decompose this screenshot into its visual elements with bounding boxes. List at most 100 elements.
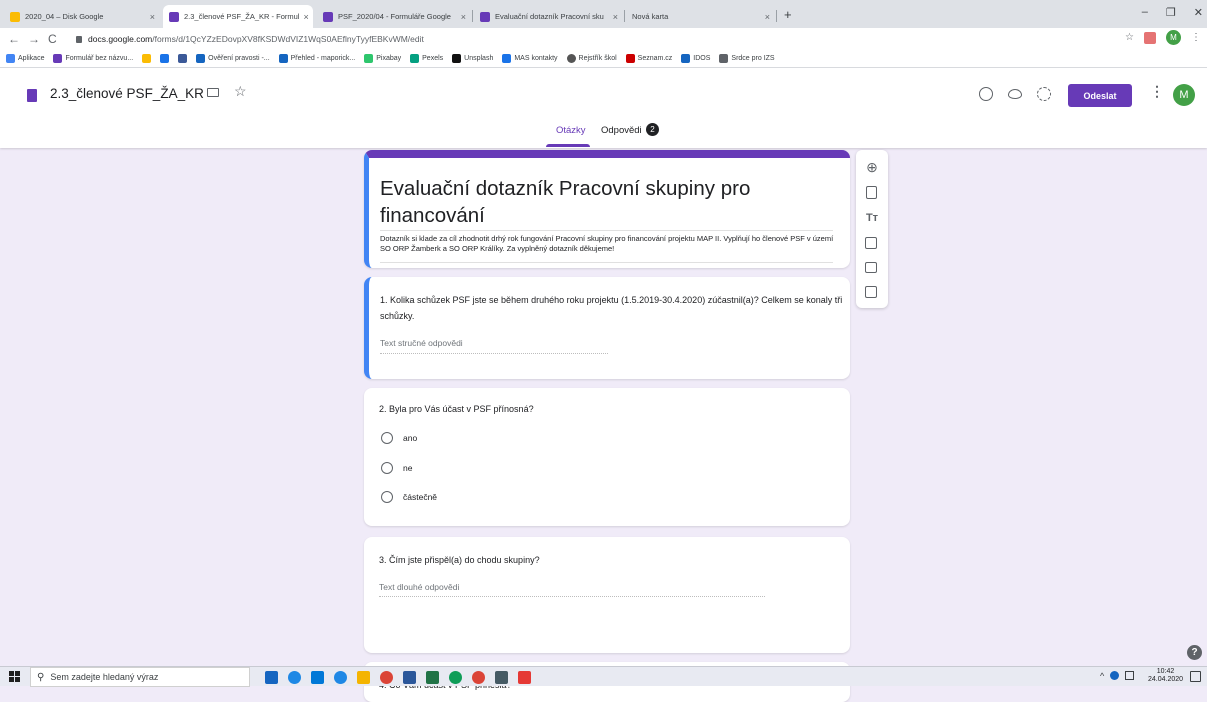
bookmark-label: Přehled - maporick... <box>290 55 356 62</box>
tray-expand-icon[interactable]: ^ <box>1100 671 1104 681</box>
browser-tab[interactable]: Evaluační dotazník Pracovní sku × <box>474 5 624 28</box>
add-question-icon[interactable]: ⊕ <box>865 160 879 174</box>
app-icon[interactable] <box>472 671 485 684</box>
star-icon[interactable]: ☆ <box>234 83 247 100</box>
radio-button[interactable] <box>381 491 393 503</box>
bookmark-star-icon[interactable]: ☆ <box>1125 32 1134 43</box>
question-card-3[interactable]: 3. Čím jste přispěl(a) do chodu skupiny?… <box>364 537 850 653</box>
reload-button[interactable]: C <box>48 32 57 46</box>
bookmark-item[interactable]: MAS kontakty <box>502 54 558 63</box>
add-section-icon[interactable] <box>865 286 877 298</box>
bookmark-item[interactable]: Přehled - maporick... <box>278 54 356 63</box>
extension-icon[interactable] <box>1144 31 1156 44</box>
back-button[interactable]: ← <box>8 32 20 46</box>
new-tab-button[interactable]: + <box>784 7 792 22</box>
add-image-icon[interactable] <box>865 237 877 249</box>
settings-gear-icon[interactable] <box>1037 87 1051 101</box>
radio-button[interactable] <box>381 432 393 444</box>
short-answer-placeholder: Text stručné odpovědi <box>380 338 463 348</box>
url-field[interactable]: docs.google.com/forms/d/1QcYZzEDovpXV8fK… <box>76 31 1116 47</box>
browser-menu-icon[interactable]: ⋮ <box>1191 32 1201 43</box>
folder-icon[interactable] <box>207 88 219 97</box>
taskbar-search-input[interactable]: ⚲ Sem zadejte hledaný výraz <box>30 667 250 687</box>
url-domain: docs.google.com <box>88 34 153 44</box>
file-explorer-icon[interactable] <box>357 671 370 684</box>
bookmark-item[interactable] <box>142 54 152 63</box>
excel-icon[interactable] <box>426 671 439 684</box>
outlook-icon[interactable] <box>311 671 324 684</box>
radio-option[interactable]: částečně <box>381 491 437 503</box>
network-icon[interactable] <box>1110 671 1120 680</box>
help-icon[interactable]: ? <box>1187 645 1202 660</box>
forms-icon <box>169 11 179 22</box>
radio-option[interactable]: ne <box>381 462 412 474</box>
bookmark-item[interactable]: Pexels <box>410 54 443 63</box>
tab-close-icon[interactable]: × <box>609 12 618 22</box>
preview-eye-icon[interactable] <box>1008 89 1022 99</box>
word-icon[interactable] <box>403 671 416 684</box>
taskview-icon[interactable] <box>265 671 278 684</box>
answer-underline <box>380 353 608 354</box>
browser-tab[interactable]: PSF_2020/04 - Formuláře Google × <box>317 5 472 28</box>
bookmark-item[interactable]: Srdce pro IZS <box>719 54 775 63</box>
question-side-toolbar: ⊕ Tт <box>856 150 888 308</box>
notifications-icon[interactable] <box>1190 671 1201 682</box>
account-avatar[interactable]: M <box>1173 84 1195 106</box>
question-card-1[interactable]: 1. Kolika schůzek PSF jste se během druh… <box>364 277 850 379</box>
more-options-icon[interactable]: ⋮ <box>1150 83 1164 100</box>
question-text[interactable]: 2. Byla pro Vás účast v PSF přínosná? <box>379 401 849 417</box>
tab-close-icon[interactable]: × <box>299 12 308 22</box>
maximize-button[interactable]: ❐ <box>1166 6 1176 19</box>
windows-start-icon[interactable] <box>9 671 20 682</box>
browser-tab[interactable]: Nová karta × <box>626 5 776 28</box>
calculator-icon[interactable] <box>495 671 508 684</box>
acrobat-icon[interactable] <box>518 671 531 684</box>
teams-icon[interactable] <box>288 671 301 684</box>
tab-close-icon[interactable]: × <box>457 12 466 22</box>
question-text[interactable]: 3. Čím jste přispěl(a) do chodu skupiny? <box>379 552 849 568</box>
bookmark-apps[interactable]: Aplikace <box>6 54 44 63</box>
palette-icon[interactable] <box>979 87 993 101</box>
question-text[interactable]: 1. Kolika schůzek PSF jste se během druh… <box>380 292 852 324</box>
send-button[interactable]: Odeslat <box>1068 84 1132 107</box>
bookmark-item[interactable]: IDOS <box>681 54 710 63</box>
taskbar-clock[interactable]: 10:42 24.04.2020 <box>1148 668 1183 684</box>
question-card-2[interactable]: 2. Byla pro Vás účast v PSF přínosná? an… <box>364 388 850 526</box>
bookmark-item[interactable]: Seznam.cz <box>625 54 672 63</box>
form-title[interactable]: Evaluační dotazník Pracovní skupiny pro … <box>380 175 830 229</box>
bookmark-item[interactable]: Pixabay <box>364 54 401 63</box>
bookmark-item[interactable]: Formulář bez názvu... <box>53 54 133 63</box>
tab-questions[interactable]: Otázky <box>556 125 586 136</box>
browser-tab-active[interactable]: 2.3_členové PSF_ŽA_KR - Formul × <box>163 5 313 28</box>
forward-button[interactable]: → <box>28 32 40 46</box>
tab-close-icon[interactable]: × <box>761 12 770 22</box>
add-title-icon[interactable]: Tт <box>865 211 879 225</box>
volume-icon[interactable] <box>1125 671 1135 680</box>
edge-icon[interactable] <box>334 671 347 684</box>
radio-option[interactable]: ano <box>381 432 417 444</box>
bookmark-item[interactable]: Unsplash <box>452 54 493 63</box>
document-title[interactable]: 2.3_členové PSF_ŽA_KR <box>50 86 204 101</box>
bookmark-item[interactable]: Ověření pravosti -... <box>196 54 270 63</box>
bookmark-item[interactable] <box>178 54 188 63</box>
profile-avatar[interactable]: M <box>1166 30 1181 45</box>
close-window-button[interactable]: ✕ <box>1194 6 1203 19</box>
bookmark-item[interactable]: Rejstřík škol <box>566 54 617 63</box>
forms-icon <box>480 11 490 22</box>
form-title-card[interactable]: Evaluační dotazník Pracovní skupiny pro … <box>364 150 850 268</box>
app-icon[interactable] <box>449 671 462 684</box>
tab-responses[interactable]: Odpovědi <box>601 125 642 136</box>
radio-button[interactable] <box>381 462 393 474</box>
add-video-icon[interactable] <box>865 262 877 273</box>
title-underline <box>380 230 833 231</box>
bookmark-item[interactable] <box>160 54 170 63</box>
browser-tab[interactable]: 2020_04 – Disk Google × <box>4 5 161 28</box>
description-underline <box>380 262 833 263</box>
import-questions-icon[interactable] <box>866 186 877 199</box>
site-icon <box>196 54 206 63</box>
minimize-button[interactable]: – <box>1142 6 1148 19</box>
tab-close-icon[interactable]: × <box>146 12 155 22</box>
form-description[interactable]: Dotazník si klade za cíl zhodnotit drhý … <box>380 234 840 254</box>
chrome-icon[interactable] <box>380 671 393 684</box>
tab-title: PSF_2020/04 - Formuláře Google <box>338 12 451 21</box>
